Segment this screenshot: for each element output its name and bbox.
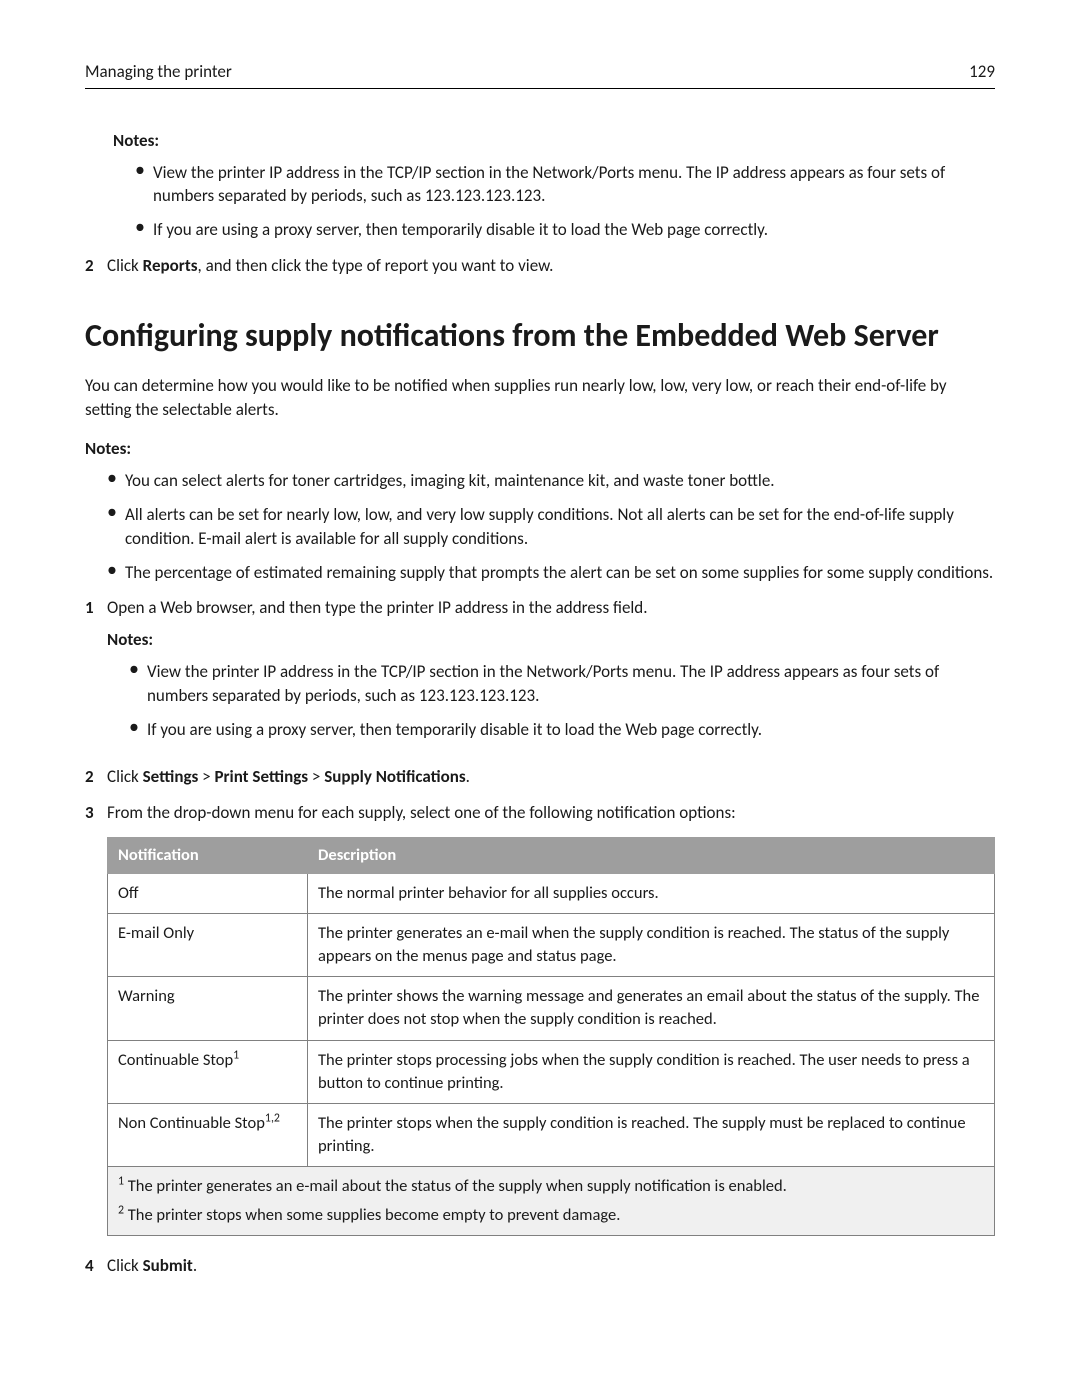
step-4: 4 Click Submit. xyxy=(85,1254,995,1278)
text: Non Continuable Stop xyxy=(118,1113,265,1133)
superscript: 1 xyxy=(233,1048,239,1062)
text: The printer stops when some supplies bec… xyxy=(124,1205,620,1225)
table-cell-name: Warning xyxy=(108,977,308,1040)
step-number: 2 xyxy=(85,254,107,278)
step-number: 4 xyxy=(85,1254,107,1278)
list-item: If you are using a proxy server, then te… xyxy=(125,718,995,742)
notification-table-wrapper: Notification Description Off The normal … xyxy=(107,837,995,1236)
step-1: 1 Open a Web browser, and then type the … xyxy=(85,596,995,753)
footnote-1: 1 The printer generates an e-mail about … xyxy=(118,1175,984,1198)
step1-notes-block: Notes: View the printer IP address in th… xyxy=(107,628,995,741)
text: Warning xyxy=(118,986,175,1006)
step-body: Click Submit. xyxy=(107,1254,995,1278)
text: The printer generates an e-mail about th… xyxy=(124,1176,787,1196)
list-item: The percentage of estimated remaining su… xyxy=(103,561,995,585)
list-item: View the printer IP address in the TCP/I… xyxy=(131,161,995,209)
notes-label: Notes: xyxy=(85,437,995,461)
text: > xyxy=(308,766,324,787)
text: > xyxy=(198,766,214,787)
notes-label: Notes: xyxy=(113,129,995,153)
table-header-row: Notification Description xyxy=(108,837,995,873)
table-header-notification: Notification xyxy=(108,837,308,873)
table-cell-name: Non Continuable Stop1,2 xyxy=(108,1103,308,1166)
list-item: If you are using a proxy server, then te… xyxy=(131,218,995,242)
list-item: All alerts can be set for nearly low, lo… xyxy=(103,503,995,551)
footnote-2: 2 The printer stops when some supplies b… xyxy=(118,1204,984,1227)
step-number: 1 xyxy=(85,596,107,753)
bold-text: Print Settings xyxy=(214,766,308,787)
step1-notes-list: View the printer IP address in the TCP/I… xyxy=(125,660,995,741)
table-cell-desc: The printer stops processing jobs when t… xyxy=(308,1040,995,1103)
step-number: 2 xyxy=(85,765,107,789)
text: E-mail Only xyxy=(118,923,194,943)
table-cell-name: E-mail Only xyxy=(108,914,308,977)
table-header-description: Description xyxy=(308,837,995,873)
table-cell-desc: The printer stops when the supply condit… xyxy=(308,1103,995,1166)
step-number: 3 xyxy=(85,801,107,825)
table-row: E-mail Only The printer generates an e-m… xyxy=(108,914,995,977)
section-notes-list: You can select alerts for toner cartridg… xyxy=(103,469,995,584)
top-notes-list: View the printer IP address in the TCP/I… xyxy=(131,161,995,242)
step-body: Click Reports, and then click the type o… xyxy=(107,254,995,278)
table-footnote-row: 1 The printer generates an e-mail about … xyxy=(108,1166,995,1235)
intro-paragraph: You can determine how you would like to … xyxy=(85,374,995,422)
section-title: Configuring supply notifications from th… xyxy=(85,316,995,356)
notification-table: Notification Description Off The normal … xyxy=(107,837,995,1236)
page-header: Managing the printer 129 xyxy=(85,60,995,89)
table-row: Off The normal printer behavior for all … xyxy=(108,874,995,914)
table-row: Non Continuable Stop1,2 The printer stop… xyxy=(108,1103,995,1166)
text: Open a Web browser, and then type the pr… xyxy=(107,597,648,618)
table-row: Warning The printer shows the warning me… xyxy=(108,977,995,1040)
superscript: 1,2 xyxy=(265,1111,280,1125)
header-title: Managing the printer xyxy=(85,60,232,84)
text: . xyxy=(466,766,470,787)
notes-label: Notes: xyxy=(107,628,995,652)
bold-text: Reports xyxy=(143,255,198,276)
list-item: View the printer IP address in the TCP/I… xyxy=(125,660,995,708)
text: Click xyxy=(107,1255,143,1276)
step-2-top: 2 Click Reports, and then click the type… xyxy=(85,254,995,278)
table-row: Continuable Stop1 The printer stops proc… xyxy=(108,1040,995,1103)
list-item: You can select alerts for toner cartridg… xyxy=(103,469,995,493)
bold-text: Settings xyxy=(143,766,199,787)
text: . xyxy=(193,1255,197,1276)
top-notes-block: Notes: View the printer IP address in th… xyxy=(113,129,995,242)
text: Click xyxy=(107,255,143,276)
header-page-number: 129 xyxy=(969,60,995,84)
table-cell-desc: The printer shows the warning message an… xyxy=(308,977,995,1040)
text: , and then click the type of report you … xyxy=(198,255,554,276)
table-footnote-cell: 1 The printer generates an e-mail about … xyxy=(108,1166,995,1235)
step-body: Open a Web browser, and then type the pr… xyxy=(107,596,995,753)
text: From the drop-down menu for each supply,… xyxy=(107,802,736,823)
table-cell-name: Continuable Stop1 xyxy=(108,1040,308,1103)
step-body: From the drop-down menu for each supply,… xyxy=(107,801,995,825)
text: Continuable Stop xyxy=(118,1050,233,1070)
bold-text: Supply Notifications xyxy=(324,766,465,787)
text: Off xyxy=(118,883,139,903)
step-body: Click Settings > Print Settings > Supply… xyxy=(107,765,995,789)
table-cell-desc: The normal printer behavior for all supp… xyxy=(308,874,995,914)
step-2: 2 Click Settings > Print Settings > Supp… xyxy=(85,765,995,789)
step-3: 3 From the drop-down menu for each suppl… xyxy=(85,801,995,825)
bold-text: Submit xyxy=(143,1255,193,1276)
table-cell-desc: The printer generates an e-mail when the… xyxy=(308,914,995,977)
table-cell-name: Off xyxy=(108,874,308,914)
text: Click xyxy=(107,766,143,787)
